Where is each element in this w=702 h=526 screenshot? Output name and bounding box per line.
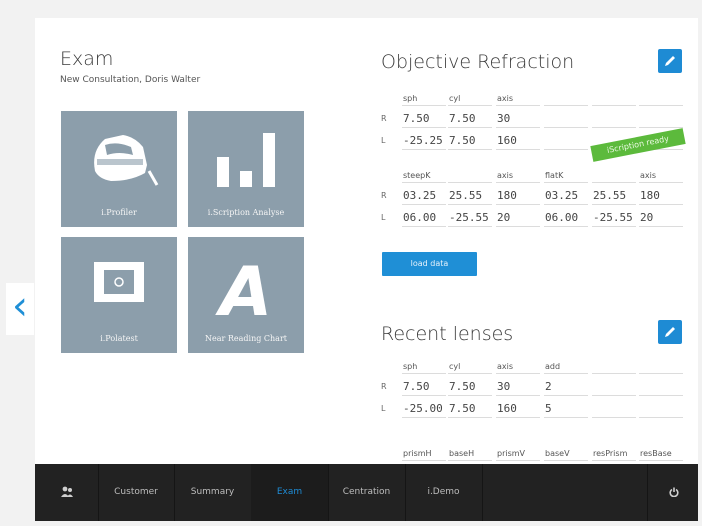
table-cell: 25.55: [592, 187, 636, 205]
table-cell: 7.50: [402, 110, 446, 128]
row-side-label: R: [381, 382, 387, 391]
table-cell: [592, 378, 636, 396]
users-icon: [60, 486, 73, 497]
tile-near-reading-chart[interactable]: A Near Reading Chart: [188, 237, 304, 353]
column-header: resBase: [639, 443, 683, 461]
column-header: [544, 88, 588, 106]
pencil-icon: [665, 56, 675, 66]
table-cell: 03.25: [402, 187, 446, 205]
tile-label: i.Polatest: [100, 334, 138, 343]
column-header: baseV: [544, 443, 588, 461]
row-side-label: L: [381, 404, 386, 413]
table-cell: [639, 110, 683, 128]
table-cell: 5: [544, 400, 588, 418]
svg-text:A: A: [215, 253, 273, 332]
tile-iprofiler[interactable]: i.Profiler: [61, 111, 177, 227]
tile-label: i.Scription Analyse: [207, 208, 285, 217]
objective-refraction-title: Objective Refraction: [381, 51, 575, 73]
table-cell: [639, 378, 683, 396]
table-cell: 2: [544, 378, 588, 396]
column-header: axis: [496, 165, 540, 183]
load-data-button[interactable]: load data: [382, 252, 477, 276]
page-title: Exam: [60, 48, 114, 70]
nav-customer[interactable]: Customer: [98, 464, 175, 521]
tablet-screen: Exam New Consultation, Doris Walter i.Pr…: [35, 18, 698, 521]
recent-lenses-title: Recent lenses: [381, 323, 514, 345]
column-header: baseH: [448, 443, 492, 461]
column-header: axis: [496, 356, 540, 374]
table-cell: 7.50: [402, 378, 446, 396]
column-header: [592, 88, 636, 106]
tile-iscription-analyse[interactable]: i.Scription Analyse: [188, 111, 304, 227]
table-cell: 25.55: [448, 187, 492, 205]
app-stage: ‹ Exam New Consultation, Doris Walter i.…: [0, 0, 702, 526]
nav-centration[interactable]: Centration: [328, 464, 406, 521]
table-cell: [639, 400, 683, 418]
column-header: prismH: [402, 443, 446, 461]
users-button[interactable]: [35, 464, 99, 521]
table-cell: 160: [496, 400, 540, 418]
column-header: [448, 165, 492, 183]
column-header: add: [544, 356, 588, 374]
table-cell: 7.50: [448, 400, 492, 418]
edit-objective-button[interactable]: [658, 49, 682, 73]
table-cell: 180: [639, 187, 683, 205]
table-cell: 20: [639, 209, 683, 227]
table-cell: -25.55: [448, 209, 492, 227]
column-header: sph: [402, 356, 446, 374]
column-header: axis: [496, 88, 540, 106]
bottom-navigation: Customer Summary Exam Centration i.Demo: [35, 464, 698, 521]
consultation-subtitle: New Consultation, Doris Walter: [60, 75, 201, 85]
table-cell: -25.25: [402, 132, 446, 150]
power-button[interactable]: [647, 464, 698, 521]
table-cell: 30: [496, 110, 540, 128]
edit-recent-button[interactable]: [658, 320, 682, 344]
row-side-label: L: [381, 213, 386, 222]
column-header: axis: [639, 165, 683, 183]
column-header: resPrism: [592, 443, 636, 461]
table-cell: [544, 110, 588, 128]
nav-idemo[interactable]: i.Demo: [405, 464, 483, 521]
column-header: [639, 356, 683, 374]
table-cell: 06.00: [544, 209, 588, 227]
column-header: cyl: [448, 88, 492, 106]
column-header: [592, 356, 636, 374]
table-cell: [544, 132, 588, 150]
column-header: steepK: [402, 165, 446, 183]
table-cell: [592, 400, 636, 418]
tile-label: i.Profiler: [101, 208, 137, 217]
table-cell: 30: [496, 378, 540, 396]
tile-label: Near Reading Chart: [205, 334, 287, 343]
table-cell: -25.55: [592, 209, 636, 227]
column-header: [592, 165, 636, 183]
table-cell: -25.00: [402, 400, 446, 418]
column-header: prismV: [496, 443, 540, 461]
table-cell: 20: [496, 209, 540, 227]
table-cell: 06.00: [402, 209, 446, 227]
nav-exam[interactable]: Exam: [251, 464, 329, 521]
table-cell: 03.25: [544, 187, 588, 205]
column-header: [639, 88, 683, 106]
column-header: flatK: [544, 165, 588, 183]
row-side-label: R: [381, 114, 387, 123]
row-side-label: R: [381, 191, 387, 200]
table-cell: [592, 110, 636, 128]
back-button[interactable]: ‹: [6, 283, 34, 335]
pencil-icon: [665, 327, 675, 337]
table-cell: 7.50: [448, 378, 492, 396]
table-cell: 160: [496, 132, 540, 150]
table-cell: 180: [496, 187, 540, 205]
nav-summary[interactable]: Summary: [174, 464, 252, 521]
column-header: sph: [402, 88, 446, 106]
table-cell: 7.50: [448, 132, 492, 150]
tile-ipolatest[interactable]: i.Polatest: [61, 237, 177, 353]
table-cell: 7.50: [448, 110, 492, 128]
row-side-label: L: [381, 136, 386, 145]
column-header: cyl: [448, 356, 492, 374]
power-icon: [668, 487, 679, 497]
chevron-left-icon: ‹: [12, 283, 28, 329]
